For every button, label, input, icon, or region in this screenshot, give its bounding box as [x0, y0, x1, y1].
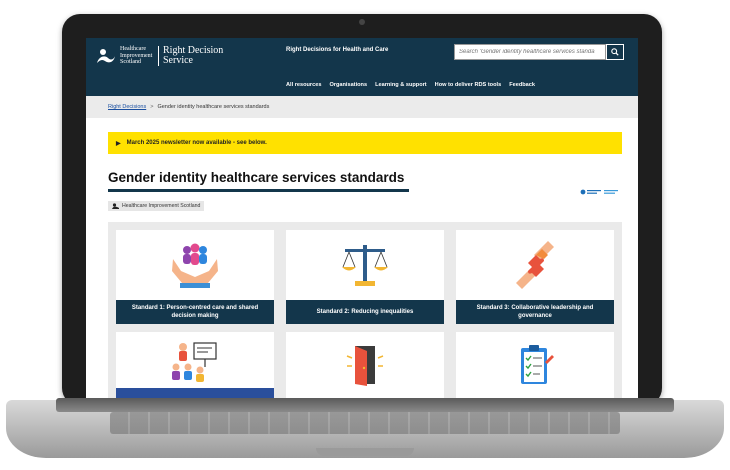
puzzle-handshake-icon	[516, 241, 554, 289]
standard-card-5[interactable]	[286, 332, 444, 398]
main-nav: All resources Organisations Learning & s…	[286, 82, 535, 88]
owner-badge[interactable]: Healthcare Improvement Scotland	[108, 201, 205, 211]
card-footer-strip	[116, 388, 274, 398]
clipboard-checklist-icon	[521, 345, 554, 384]
breadcrumb-separator: >	[150, 104, 154, 110]
standards-grid: Standard 1: Person-centred care and shar…	[108, 222, 622, 398]
site-tagline[interactable]: Right Decisions for Health and Care	[286, 47, 388, 53]
nav-all-resources[interactable]: All resources	[286, 82, 321, 88]
org-logo-icon	[112, 203, 119, 209]
standard-card-2[interactable]: Standard 2: Reducing inequalities	[286, 230, 444, 324]
open-door-icon	[346, 346, 384, 386]
card-image	[456, 332, 614, 398]
laptop-keyboard	[110, 412, 620, 434]
nav-feedback[interactable]: Feedback	[509, 82, 535, 88]
expand-triangle-icon: ▶	[116, 140, 121, 147]
standard-card-4[interactable]	[116, 332, 274, 398]
logo-mark-icon	[97, 49, 115, 63]
owner-name: Healthcare Improvement Scotland	[122, 203, 201, 209]
card-image	[456, 230, 614, 300]
nav-how-to-deliver[interactable]: How to deliver RDS tools	[435, 82, 502, 88]
search-input[interactable]	[454, 44, 606, 60]
nav-learning-support[interactable]: Learning & support	[375, 82, 427, 88]
card-image	[286, 332, 444, 398]
card-image	[286, 230, 444, 300]
card-caption: Standard 3: Collaborative leadership and…	[456, 300, 614, 324]
laptop-screen: Healthcare Improvement Scotland Right De…	[86, 38, 638, 398]
breadcrumb: Right Decisions > Gender identity healthca…	[86, 96, 638, 118]
hands-people-icon	[172, 243, 218, 288]
breadcrumb-current: Gender identity healthcare services stan…	[157, 104, 270, 110]
card-caption: Standard 1: Person-centred care and shar…	[116, 300, 274, 324]
banner-text: March 2025 newsletter now available - se…	[126, 140, 267, 146]
presentation-icon	[172, 342, 217, 382]
site-header: Healthcare Improvement Scotland Right De…	[86, 38, 638, 96]
nav-organisations[interactable]: Organisations	[329, 82, 367, 88]
standard-card-3[interactable]: Standard 3: Collaborative leadership and…	[456, 230, 614, 324]
newsletter-banner[interactable]: ▶ March 2025 newsletter now available - …	[108, 132, 622, 154]
site-logo[interactable]: Healthcare Improvement Scotland Right De…	[96, 46, 227, 66]
logo-divider	[158, 46, 159, 66]
card-image	[116, 230, 274, 300]
partner-logo-icon	[580, 189, 618, 195]
page-title: Gender identity healthcare services stan…	[108, 170, 405, 185]
card-image	[116, 332, 274, 388]
card-caption: Standard 2: Reducing inequalities	[286, 300, 444, 324]
standard-card-1[interactable]: Standard 1: Person-centred care and shar…	[116, 230, 274, 324]
logo-service-name: Right Decision Service	[163, 45, 224, 66]
scales-icon	[342, 245, 388, 286]
search-icon	[611, 48, 619, 56]
camera-icon	[359, 19, 365, 25]
standard-card-6[interactable]	[456, 332, 614, 398]
title-underline	[108, 189, 409, 192]
laptop-notch	[316, 448, 414, 456]
breadcrumb-home-link[interactable]: Right Decisions	[108, 104, 146, 110]
laptop-hinge	[56, 398, 674, 412]
search-button[interactable]	[606, 44, 624, 60]
logo-org-name: Healthcare Improvement Scotland	[120, 46, 153, 66]
laptop-lid: Healthcare Improvement Scotland Right De…	[62, 14, 662, 406]
